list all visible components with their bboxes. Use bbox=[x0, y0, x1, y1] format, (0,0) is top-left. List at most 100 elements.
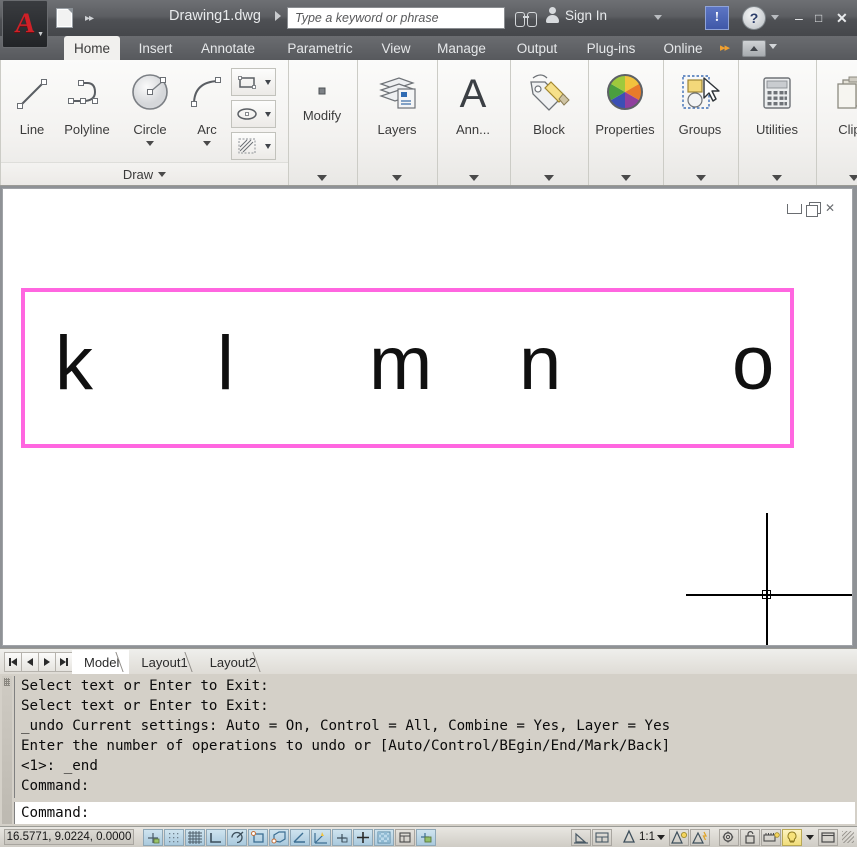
tool-utilities[interactable]: Utilities bbox=[746, 68, 808, 137]
tool-arc-chevron-down-icon[interactable] bbox=[203, 141, 211, 146]
application-menu-button[interactable]: A ▼ bbox=[2, 0, 48, 48]
tool-ellipse[interactable] bbox=[231, 100, 263, 128]
drawing-text-o[interactable]: o bbox=[732, 326, 774, 402]
quick-properties-icon[interactable] bbox=[395, 829, 415, 846]
window-resize-grip[interactable] bbox=[842, 831, 854, 843]
sign-in-control[interactable]: Sign In bbox=[545, 7, 607, 24]
model-space-icon[interactable] bbox=[571, 829, 591, 846]
tool-ellipse-dropdown[interactable] bbox=[261, 100, 276, 128]
tab-manage[interactable]: Manage bbox=[425, 36, 498, 60]
command-input[interactable]: Command: bbox=[14, 802, 855, 824]
clean-screen-icon[interactable] bbox=[818, 829, 838, 846]
quick-access-more-icon[interactable]: ▸▸ bbox=[85, 13, 93, 24]
tab-view[interactable]: View bbox=[372, 36, 420, 60]
tab-parametric[interactable]: Parametric bbox=[272, 36, 368, 60]
utilities-panel-expand-icon[interactable] bbox=[772, 175, 782, 181]
tool-circle[interactable]: Circle bbox=[119, 68, 181, 146]
viewport-layout-icon[interactable] bbox=[592, 829, 612, 846]
tool-rectangle[interactable] bbox=[231, 68, 263, 96]
grid-display-icon[interactable] bbox=[164, 829, 184, 846]
workspace-gear-icon[interactable] bbox=[719, 829, 739, 846]
search-box[interactable] bbox=[287, 7, 505, 29]
drawing-text-n[interactable]: n bbox=[519, 326, 561, 402]
ortho-mode-icon[interactable] bbox=[206, 829, 226, 846]
block-panel-expand-icon[interactable] bbox=[544, 175, 554, 181]
layout-tab-layout1[interactable]: Layout1 bbox=[129, 650, 197, 674]
new-document-icon[interactable] bbox=[56, 8, 73, 28]
annotation-visibility-icon[interactable] bbox=[669, 829, 689, 846]
transparency-icon[interactable] bbox=[374, 829, 394, 846]
tool-rectangle-dropdown[interactable] bbox=[261, 68, 276, 96]
tab-home[interactable]: Home bbox=[64, 36, 120, 60]
ribbon-minimize-button[interactable] bbox=[742, 40, 766, 57]
lineweight-icon[interactable] bbox=[353, 829, 373, 846]
search-binoculars-icon[interactable] bbox=[515, 10, 537, 26]
annotation-scale-value[interactable]: 1:1 bbox=[639, 831, 655, 843]
command-line-drag-handle[interactable] bbox=[2, 676, 12, 824]
communication-center-button[interactable]: ! bbox=[705, 6, 729, 30]
tool-layers[interactable]: Layers bbox=[366, 68, 428, 137]
viewport-close-button[interactable]: ✕ bbox=[825, 202, 838, 215]
nav-last-button[interactable] bbox=[55, 652, 73, 672]
modify-panel-expand-icon[interactable] bbox=[317, 175, 327, 181]
help-button[interactable]: ? bbox=[742, 6, 766, 30]
command-history[interactable]: Select text or Enter to Exit: Select tex… bbox=[14, 676, 855, 798]
tool-annotation[interactable]: A Ann... bbox=[442, 68, 504, 137]
tool-hatch-dropdown[interactable] bbox=[261, 132, 276, 160]
tab-online[interactable]: Online bbox=[653, 36, 713, 60]
ribbon-minimize-chevron-down-icon[interactable] bbox=[769, 44, 777, 49]
clipboard-panel-expand-icon[interactable] bbox=[849, 175, 857, 181]
tool-block[interactable]: Block bbox=[518, 68, 580, 137]
annotation-scale-icon[interactable] bbox=[621, 829, 637, 846]
tool-hatch[interactable] bbox=[231, 132, 263, 160]
drawing-text-k[interactable]: k bbox=[55, 326, 93, 402]
nav-first-button[interactable] bbox=[4, 652, 22, 672]
viewport-minimize-button[interactable] bbox=[787, 202, 800, 215]
properties-panel-expand-icon[interactable] bbox=[621, 175, 631, 181]
window-maximize-button[interactable]: □ bbox=[815, 11, 822, 25]
tool-properties[interactable]: Properties bbox=[594, 68, 656, 137]
tab-output[interactable]: Output bbox=[505, 36, 569, 60]
search-input[interactable] bbox=[293, 10, 499, 26]
3d-object-snap-icon[interactable] bbox=[269, 829, 289, 846]
tool-circle-chevron-down-icon[interactable] bbox=[146, 141, 154, 146]
annotation-scale-chevron-down-icon[interactable] bbox=[657, 835, 665, 840]
tool-modify[interactable]: Modify bbox=[291, 76, 353, 123]
tool-groups[interactable]: Groups bbox=[669, 68, 731, 137]
tab-insert[interactable]: Insert bbox=[128, 36, 183, 60]
tool-arc[interactable]: Arc bbox=[176, 68, 238, 146]
grid-mode-icon[interactable] bbox=[185, 829, 205, 846]
drawing-text-m[interactable]: m bbox=[369, 326, 432, 402]
selection-cycling-icon[interactable] bbox=[416, 829, 436, 846]
drawing-text-l[interactable]: l bbox=[217, 326, 234, 402]
window-minimize-button[interactable]: – bbox=[795, 10, 803, 26]
ribbon-overflow-icon[interactable]: ▸▸ bbox=[720, 41, 729, 54]
dynamic-ucs-icon[interactable] bbox=[311, 829, 331, 846]
layout-tab-layout2[interactable]: Layout2 bbox=[198, 650, 266, 674]
auto-scale-icon[interactable] bbox=[690, 829, 710, 846]
tool-polyline[interactable]: Polyline bbox=[56, 68, 118, 137]
layout-tab-model[interactable]: Model bbox=[72, 650, 129, 674]
object-snap-tracking-icon[interactable] bbox=[290, 829, 310, 846]
document-title-chevron-icon[interactable] bbox=[275, 11, 281, 21]
status-tray-chevron-down-icon[interactable] bbox=[806, 835, 814, 840]
polar-tracking-icon[interactable] bbox=[227, 829, 247, 846]
dynamic-input-icon[interactable] bbox=[332, 829, 352, 846]
tab-plugins[interactable]: Plug-ins bbox=[576, 36, 646, 60]
draw-panel-title[interactable]: Draw bbox=[1, 162, 288, 185]
coordinates-display[interactable]: 16.5771, 9.0224, 0.0000 bbox=[4, 829, 134, 845]
tab-annotate[interactable]: Annotate bbox=[188, 36, 268, 60]
groups-panel-expand-icon[interactable] bbox=[696, 175, 706, 181]
nav-next-button[interactable] bbox=[38, 652, 56, 672]
lock-toolbars-icon[interactable] bbox=[740, 829, 760, 846]
window-close-button[interactable]: ✕ bbox=[836, 10, 848, 27]
snap-mode-icon[interactable] bbox=[143, 829, 163, 846]
layers-panel-expand-icon[interactable] bbox=[392, 175, 402, 181]
tool-line[interactable]: Line bbox=[1, 68, 63, 137]
help-chevron-down-icon[interactable] bbox=[771, 15, 779, 20]
drawing-canvas[interactable]: ✕ k l m n o bbox=[2, 188, 853, 646]
sign-in-chevron-down-icon[interactable] bbox=[654, 15, 662, 20]
viewport-restore-button[interactable] bbox=[806, 202, 819, 215]
annotation-panel-expand-icon[interactable] bbox=[469, 175, 479, 181]
status-tray-lightbulb-icon[interactable] bbox=[782, 829, 802, 846]
